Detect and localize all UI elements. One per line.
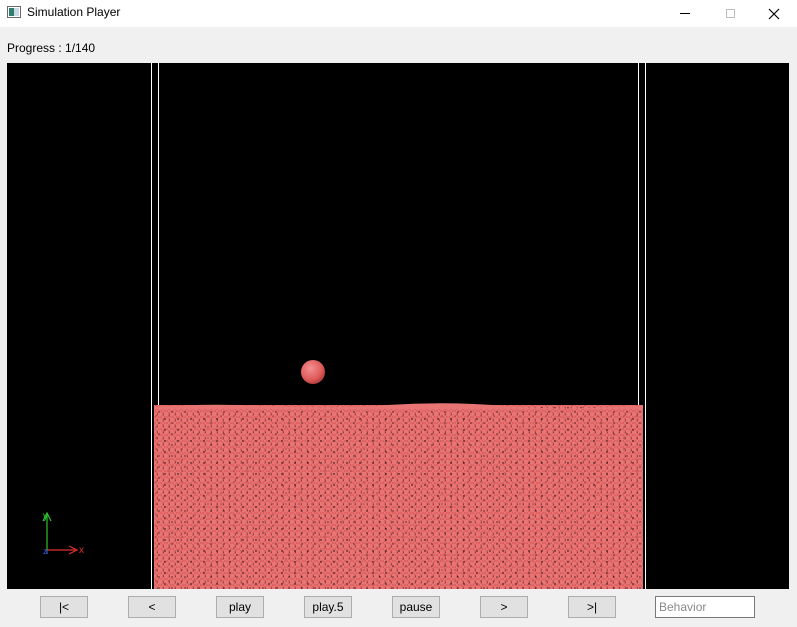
previous-frame-button[interactable]: < [128, 596, 176, 618]
minimize-icon [680, 13, 690, 14]
minimize-button[interactable] [662, 0, 708, 27]
projectile-ball [301, 360, 325, 384]
simulation-scene: y x z [7, 63, 789, 589]
axis-label-z: z [43, 547, 47, 556]
play-half-speed-button[interactable]: play.5 [304, 596, 352, 618]
close-button[interactable] [751, 0, 797, 27]
behavior-input[interactable] [655, 596, 755, 618]
progress-label: Progress : 1/140 [7, 41, 96, 55]
close-icon [768, 8, 780, 19]
simulation-viewport[interactable]: y x z [7, 63, 789, 589]
last-frame-button[interactable]: >| [568, 596, 616, 618]
play-button[interactable]: play [216, 596, 264, 618]
first-frame-button[interactable]: |< [40, 596, 88, 618]
next-frame-button[interactable]: > [480, 596, 528, 618]
axis-label-y: y [43, 511, 48, 522]
window-title: Simulation Player [27, 5, 121, 19]
axis-label-x: x [79, 545, 84, 556]
maximize-icon [725, 9, 735, 18]
playback-controls: |< < play play.5 pause > >| [0, 591, 797, 627]
pause-button[interactable]: pause [392, 596, 440, 618]
app-window-icon [7, 6, 21, 18]
title-bar: Simulation Player [0, 0, 797, 27]
maximize-button[interactable] [707, 0, 753, 27]
